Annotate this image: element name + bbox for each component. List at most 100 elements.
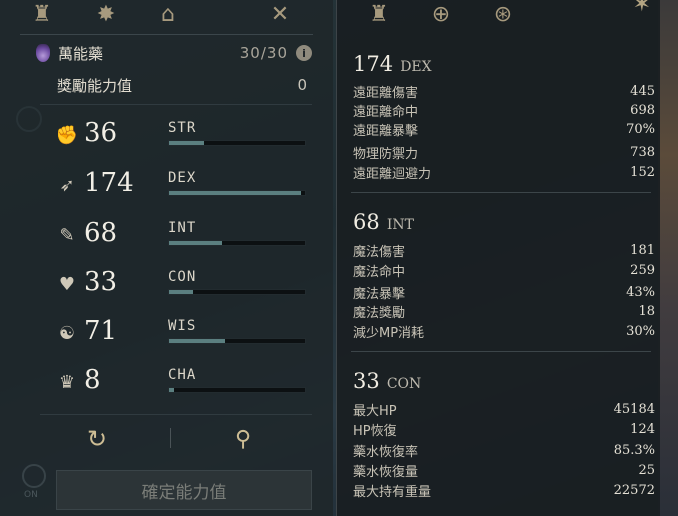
attr-value: 445	[630, 83, 655, 99]
reset-button[interactable]: ↻	[82, 424, 112, 454]
attr-row: 減少MP消耗 30%	[353, 322, 655, 341]
stat-row-con[interactable]: ♥ 33 CON	[56, 265, 312, 305]
search-button[interactable]: ⚲	[228, 424, 258, 454]
stat-name: DEX	[168, 170, 197, 186]
divider	[20, 34, 313, 35]
left-tab-bar: ♜ ✸ ⌂ ✕	[0, 0, 333, 30]
attr-row: 最大持有重量 22572	[353, 481, 655, 500]
attr-value: 18	[638, 303, 655, 319]
stat-row-str[interactable]: ✊ 36 STR	[56, 116, 312, 156]
attr-label: 藥水恢復量	[353, 464, 419, 480]
intelligence-book-icon: ✎	[59, 224, 75, 246]
stat-details-panel: ♜ ⊕ ⊛ ✶ 174 DEX 遠距離傷害 445 遠距離命中 698 遠距離暴…	[336, 0, 660, 516]
attr-value: 45184	[613, 401, 655, 417]
attr-label: 減少MP消耗	[353, 325, 425, 341]
stat-bar-fill	[169, 241, 223, 245]
stat-value: 71	[84, 316, 118, 346]
attr-row: 魔法命中 259	[353, 261, 655, 280]
bonus-stat-row: 獎勵能力值 0	[57, 74, 307, 96]
stat-name: STR	[168, 120, 197, 136]
divider	[170, 428, 171, 448]
game-world-edge	[658, 0, 678, 516]
divider	[40, 414, 312, 415]
attr-row: 遠距離命中 698	[353, 101, 655, 120]
attr-value: 85.3%	[613, 442, 655, 458]
temple-icon[interactable]: ⌂	[150, 0, 186, 28]
attr-row: 最大HP 45184	[353, 400, 655, 419]
helmet-plus-icon[interactable]: ⊕	[423, 0, 459, 28]
background-emblem-icon	[16, 106, 42, 132]
stat-bar	[168, 190, 306, 196]
potion-count: 30/30	[239, 44, 288, 62]
attr-row: 遠距離傷害 445	[353, 82, 655, 101]
section-value: 174	[353, 52, 394, 76]
stat-row-int[interactable]: ✎ 68 INT	[56, 216, 312, 256]
toggle-label: ON	[24, 490, 38, 500]
stat-value: 174	[84, 168, 134, 198]
attr-value: 181	[630, 242, 655, 258]
stat-value: 68	[84, 218, 118, 248]
stat-bar-fill	[169, 339, 225, 343]
divider	[351, 192, 651, 193]
stat-allocation-panel: ♜ ✸ ⌂ ✕ 萬能藥 30/30 i 獎勵能力值 0 ✊ 36 STR ➶ 1…	[0, 0, 333, 516]
stat-name: INT	[168, 220, 197, 236]
attr-value: 124	[630, 421, 655, 437]
stat-bar-fill	[169, 290, 194, 294]
attr-value: 152	[630, 164, 655, 180]
stat-bar	[168, 240, 306, 246]
stat-name: WIS	[168, 318, 197, 334]
attr-value: 30%	[626, 323, 655, 339]
constitution-heart-icon: ♥	[58, 273, 76, 295]
attr-label: 魔法暴擊	[353, 286, 406, 302]
attr-label: 最大HP	[353, 403, 397, 419]
stat-bar-fill	[169, 388, 175, 392]
stat-row-cha[interactable]: ♛ 8 CHA	[56, 363, 312, 403]
section-abbr: DEX	[400, 59, 432, 75]
stat-value: 33	[84, 267, 118, 297]
attr-label: 最大持有重量	[353, 484, 432, 500]
attr-row: 遠距離迴避力 152	[353, 163, 655, 182]
strength-arm-icon: ✊	[55, 124, 79, 146]
bonus-stat-value: 0	[297, 76, 307, 94]
potion-icon	[36, 44, 50, 62]
attr-value: 25	[638, 462, 655, 478]
attr-value: 259	[630, 262, 655, 278]
info-icon[interactable]: i	[296, 45, 312, 61]
right-tab-bar: ♜ ⊕ ⊛ ✶	[337, 0, 661, 30]
bonus-stat-label: 獎勵能力值	[57, 76, 133, 95]
attr-row: 魔法暴擊 43%	[353, 283, 655, 302]
stat-row-wis[interactable]: ☯ 71 WIS	[56, 314, 312, 354]
attr-label: 魔法獎勵	[353, 305, 406, 321]
stat-value: 8	[84, 365, 101, 395]
attr-label: 遠距離暴擊	[353, 123, 419, 139]
crossed-swords-icon[interactable]: ✕	[262, 0, 298, 28]
attr-row: 藥水恢復量 25	[353, 461, 655, 480]
auto-toggle-badge[interactable]: ON	[16, 462, 52, 506]
attr-label: 遠距離傷害	[353, 85, 419, 101]
attr-label: 魔法傷害	[353, 244, 406, 260]
confirm-stats-button[interactable]: 確定能力值	[56, 470, 312, 510]
helmet-icon[interactable]: ♜	[24, 0, 60, 28]
section-title-dex: 174 DEX	[353, 52, 432, 76]
charisma-crown-icon: ♛	[58, 371, 76, 393]
divider	[351, 351, 651, 352]
compass-star-icon[interactable]: ✸	[88, 0, 124, 28]
stat-bar-fill	[169, 191, 301, 195]
attr-row: 物理防禦力 738	[353, 143, 655, 162]
helmet-icon[interactable]: ♜	[361, 0, 397, 28]
attr-label: 魔法命中	[353, 264, 406, 280]
dexterity-boot-icon: ➶	[59, 174, 75, 196]
attr-value: 22572	[613, 482, 655, 498]
star-icon[interactable]: ✶	[633, 0, 651, 17]
attr-row: 魔法傷害 181	[353, 241, 655, 260]
stat-bar-fill	[169, 141, 205, 145]
stat-bar	[168, 289, 306, 295]
attr-label: 物理防禦力	[353, 146, 419, 162]
attr-row: 遠距離暴擊 70%	[353, 120, 655, 139]
stat-bar	[168, 338, 306, 344]
stat-name: CHA	[168, 367, 197, 383]
stat-value: 36	[84, 118, 118, 148]
stat-row-dex[interactable]: ➶ 174 DEX	[56, 166, 312, 206]
attr-row: HP恢復 124	[353, 420, 655, 439]
helmet-settings-icon[interactable]: ⊛	[485, 0, 521, 28]
